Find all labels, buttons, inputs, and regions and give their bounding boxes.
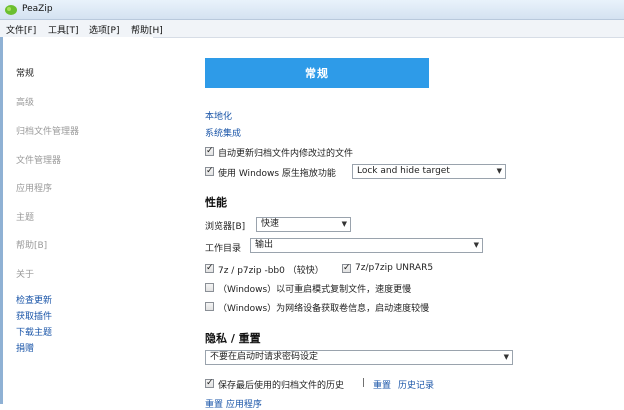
menu-file[interactable]: 文件[F] — [6, 23, 36, 36]
unrar5-label: 7z/p7zip UNRAR5 — [355, 263, 434, 273]
auto-update-checkbox[interactable]: ✓ — [205, 146, 214, 156]
sidebar-item-general[interactable]: 常规 — [16, 66, 34, 79]
divider: | — [362, 378, 366, 388]
auto-update-label: 自动更新归档文件内修改过的文件 — [218, 149, 354, 159]
7z-bb0-checkbox[interactable]: ✓ — [205, 263, 214, 273]
privacy-select-value: 不要在启动时请求密码设定 — [210, 352, 319, 362]
dropdown-arrow-icon: ▼ — [496, 167, 502, 175]
history-link[interactable]: 历史记录 — [398, 378, 434, 391]
checkmark-icon: ✓ — [206, 263, 214, 273]
donate-link[interactable]: 捐赠 — [16, 341, 34, 354]
sidebar: 常规 高级 归档文件管理器 文件管理器 应用程序 主题 帮助[B] 关于 检查更… — [3, 37, 153, 404]
check-updates-link[interactable]: 检查更新 — [16, 293, 52, 306]
checkmark-icon: ✓ — [206, 166, 214, 176]
sidebar-item-help[interactable]: 帮助[B] — [16, 238, 47, 251]
system-integration-link[interactable]: 系统集成 — [205, 126, 241, 139]
privacy-title: 隐私 / 重置 — [205, 332, 261, 345]
peazip-app-icon — [5, 5, 17, 15]
workdir-select[interactable]: 输出 ▼ — [250, 238, 483, 253]
settings-panel: 常规 本地化 系统集成 ✓ 自动更新归档文件内修改过的文件 ✓ 使用 Windo… — [153, 37, 624, 410]
browser-label: 浏览器[B] — [205, 222, 246, 232]
save-history-checkbox[interactable]: ✓ — [205, 378, 214, 388]
workdir-label: 工作目录 — [205, 244, 242, 254]
privacy-select[interactable]: 不要在启动时请求密码设定 ▼ — [205, 350, 513, 365]
restart-mode-label: （Windows）以可重启模式复制文件，速度更慢 — [218, 285, 412, 295]
native-drag-label: 使用 Windows 原生拖放功能 — [218, 169, 336, 179]
sidebar-item-file-manager[interactable]: 文件管理器 — [16, 153, 61, 166]
sidebar-item-applications[interactable]: 应用程序 — [16, 181, 52, 194]
browser-select[interactable]: 快速 ▼ — [256, 217, 351, 232]
title-bar: PeaZip — [0, 0, 624, 20]
sidebar-item-themes[interactable]: 主题 — [16, 210, 34, 223]
checkmark-icon: ✓ — [343, 263, 351, 273]
sidebar-item-advanced[interactable]: 高级 — [16, 95, 34, 108]
page-title: 常规 — [205, 58, 429, 88]
network-volume-checkbox[interactable] — [205, 302, 214, 311]
checkmark-icon: ✓ — [206, 378, 214, 388]
native-drag-checkbox[interactable]: ✓ — [205, 166, 214, 176]
menu-bar: 文件[F] 工具[T] 选项[P] 帮助[H] — [0, 20, 624, 38]
unrar5-checkbox[interactable]: ✓ — [342, 263, 351, 273]
dropdown-arrow-icon: ▼ — [503, 353, 509, 361]
save-history-label: 保存最后使用的归档文件的历史 — [218, 381, 345, 391]
window-title: PeaZip — [22, 4, 53, 14]
sidebar-item-about[interactable]: 关于 — [16, 267, 34, 280]
7z-bb0-label: 7z / p7zip -bb0 （较快） — [218, 266, 324, 276]
network-volume-label: （Windows）为网络设备获取卷信息，启动速度较慢 — [218, 304, 430, 314]
native-drag-select-value: Lock and hide target — [357, 166, 450, 176]
restart-mode-checkbox[interactable] — [205, 283, 214, 292]
localization-link[interactable]: 本地化 — [205, 109, 232, 122]
checkmark-icon: ✓ — [206, 146, 214, 156]
dropdown-arrow-icon: ▼ — [473, 241, 479, 249]
browser-select-value: 快速 — [261, 219, 280, 229]
reset-link[interactable]: 重置 — [373, 378, 391, 391]
performance-title: 性能 — [205, 196, 227, 209]
sidebar-item-archive-manager[interactable]: 归档文件管理器 — [16, 124, 79, 137]
menu-options[interactable]: 选项[P] — [89, 23, 119, 36]
download-themes-link[interactable]: 下载主题 — [16, 325, 52, 338]
menu-tools[interactable]: 工具[T] — [48, 23, 79, 36]
native-drag-select[interactable]: Lock and hide target ▼ — [352, 164, 506, 179]
get-plugins-link[interactable]: 获取插件 — [16, 309, 52, 322]
dropdown-arrow-icon: ▼ — [341, 220, 347, 228]
menu-help[interactable]: 帮助[H] — [131, 23, 163, 36]
workdir-select-value: 输出 — [255, 240, 274, 250]
